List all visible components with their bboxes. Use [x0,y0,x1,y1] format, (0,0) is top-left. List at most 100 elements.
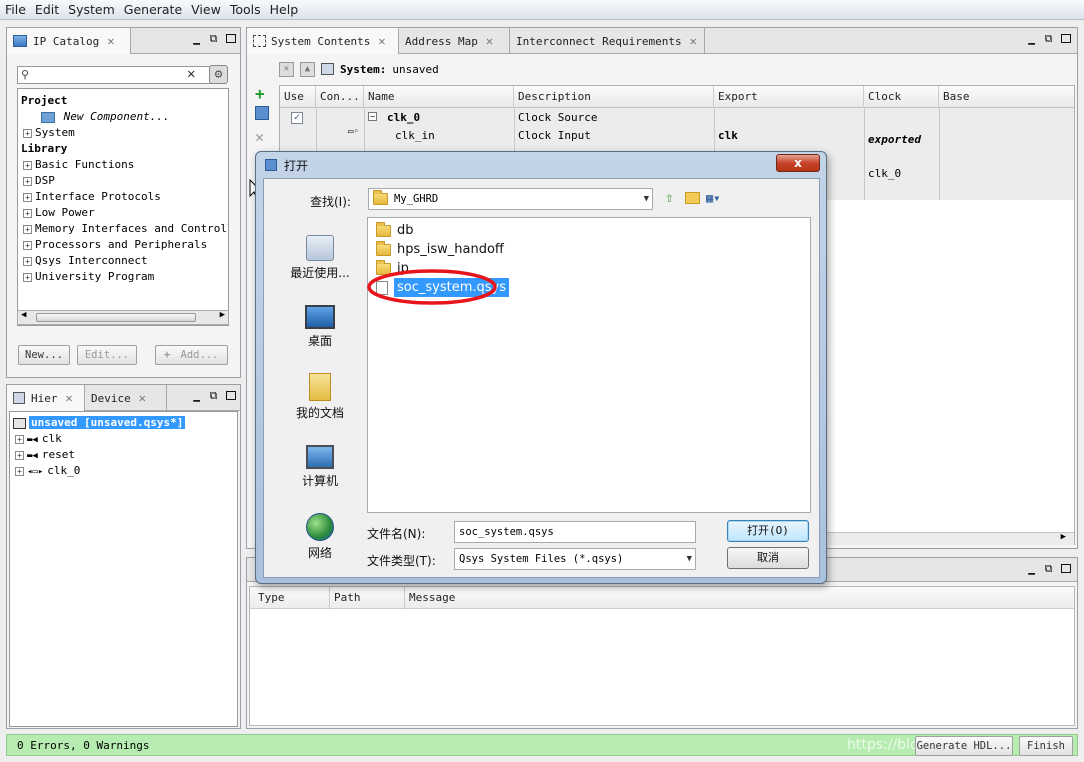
col-name[interactable]: Name [364,86,514,108]
edit-button[interactable]: Edit... [77,345,137,365]
restore-icon[interactable]: ⧉ [1043,563,1054,575]
expand-icon[interactable]: + [23,256,32,266]
tree-new-component[interactable]: New Component... [21,109,228,125]
expand-icon[interactable]: + [23,272,32,282]
finish-button[interactable]: Finish [1019,736,1073,756]
hierarchy-item-clk0[interactable]: + ◂▭▸ clk_0 [13,463,237,479]
clear-search-icon[interactable]: ✕ [187,66,195,82]
tab-system-contents[interactable]: System Contents ✕ [247,28,399,54]
col-type[interactable]: Type [254,587,330,609]
menu-system[interactable]: System [68,2,115,17]
tree-item-university-program[interactable]: + University Program [21,269,228,285]
minimize-icon[interactable]: ▁ [191,33,202,45]
close-icon[interactable]: ✕ [486,34,493,48]
minimize-icon[interactable]: ▁ [1026,563,1037,575]
restore-icon[interactable]: ⧉ [208,390,219,402]
filetype-select[interactable]: Qsys System Files (*.qsys) ▼ [454,548,696,570]
tab-ip-catalog[interactable]: IP Catalog ✕ [7,28,131,54]
menu-edit[interactable]: Edit [35,2,59,17]
restore-icon[interactable]: ⧉ [1043,33,1054,45]
place-desktop[interactable]: 桌面 [272,305,368,349]
menu-generate[interactable]: Generate [124,2,182,17]
expand-icon[interactable]: + [23,160,32,170]
place-recent[interactable]: 最近使用... [272,235,368,281]
new-button[interactable]: New... [18,345,70,365]
expand-icon[interactable]: + [15,434,24,444]
view-menu-icon[interactable]: ▦▾ [706,191,720,205]
expand-icon[interactable]: + [23,224,32,234]
scroll-thumb[interactable] [36,313,196,322]
expand-icon[interactable]: + [23,192,32,202]
tree-system[interactable]: + System [21,125,228,141]
close-icon[interactable]: ✕ [107,34,114,48]
maximize-icon[interactable] [225,391,236,402]
row-export[interactable]: clk [718,129,738,142]
minimize-icon[interactable]: ▁ [1026,33,1037,45]
tab-device[interactable]: Device ✕ [85,385,167,411]
expand-icon[interactable]: + [15,466,24,476]
tree-item-qsys-interconnect[interactable]: + Qsys Interconnect [21,253,228,269]
menu-view[interactable]: View [191,2,221,17]
col-export[interactable]: Export [714,86,864,108]
tab-address-map[interactable]: Address Map ✕ [399,28,510,54]
generate-hdl-button[interactable]: Generate HDL... [915,736,1013,756]
minimize-icon[interactable]: ▁ [191,390,202,402]
collapse-tree-icon[interactable]: − [368,112,377,121]
menu-file[interactable]: File [5,2,26,17]
tree-item-dsp[interactable]: + DSP [21,173,228,189]
tree-item-low-power[interactable]: + Low Power [21,205,228,221]
tree-item-memory-interfaces[interactable]: +Memory Interfaces and Controllers [21,221,228,237]
file-item-db[interactable]: db [376,221,414,240]
expand-icon[interactable]: + [23,128,32,138]
col-use[interactable]: Use [280,86,316,108]
close-icon[interactable]: ✕ [139,391,146,405]
close-icon[interactable]: ✕ [66,391,73,405]
place-network[interactable]: 网络 [272,513,368,561]
add-component-icon[interactable]: + [255,84,273,106]
dialog-close-button[interactable]: x [776,154,820,172]
gear-icon[interactable]: ⚙ [209,65,228,84]
open-button[interactable]: 打开(O) [727,520,809,542]
tree-item-processors[interactable]: + Processors and Peripherals [21,237,228,253]
collapse-icon[interactable]: ✕ [279,61,294,77]
menu-tools[interactable]: Tools [230,2,261,17]
col-description[interactable]: Description [514,86,714,108]
scroll-left-icon[interactable]: ◀ [21,310,26,320]
expand-icon[interactable]: + [15,450,24,460]
col-message[interactable]: Message [405,587,705,609]
maximize-icon[interactable] [225,34,236,45]
tree-item-basic-functions[interactable]: + Basic Functions [21,157,228,173]
lookin-combo[interactable]: My_GHRD ▼ [368,188,653,210]
tree-item-interface-protocols[interactable]: + Interface Protocols [21,189,228,205]
new-folder-icon[interactable] [685,192,700,204]
filename-input[interactable]: soc_system.qsys [454,521,696,543]
hierarchy-root[interactable]: unsaved [unsaved.qsys*] [13,415,237,431]
place-documents[interactable]: 我的文档 [272,373,368,421]
connect-icon[interactable] [255,106,269,120]
maximize-icon[interactable] [1060,34,1071,45]
scroll-right-icon[interactable]: ▶ [220,310,225,320]
menu-help[interactable]: Help [270,2,299,17]
tab-interconnect-requirements[interactable]: Interconnect Requirements ✕ [510,28,705,54]
close-icon[interactable]: ✕ [378,34,385,48]
ip-search-input[interactable]: ⚲ [17,66,212,84]
expand-icon[interactable]: + [23,208,32,218]
hierarchy-item-reset[interactable]: + ▬◀ reset [13,447,237,463]
add-button[interactable]: + Add... [155,345,228,365]
up-folder-icon[interactable]: ⇧ [665,190,673,206]
place-computer[interactable]: 计算机 [272,445,368,489]
col-path[interactable]: Path [330,587,405,609]
scroll-right-icon[interactable]: ▶ [1061,532,1066,542]
file-item-hps-isw-handoff[interactable]: hps_isw_handoff [376,240,504,259]
col-clock[interactable]: Clock [864,86,939,108]
tab-hierarchy[interactable]: Hier ✕ [7,385,85,411]
horizontal-scrollbar[interactable]: ◀ ▶ [17,310,229,325]
cancel-button[interactable]: 取消 [727,547,809,569]
expand-icon[interactable]: + [23,176,32,186]
close-icon[interactable]: ✕ [690,34,697,48]
hierarchy-item-clk[interactable]: + ▬◀ clk [13,431,237,447]
use-checkbox[interactable]: ✓ [291,112,303,124]
remove-icon[interactable]: ✕ [255,128,273,150]
expand-icon[interactable]: + [23,240,32,250]
col-connections[interactable]: Con... [316,86,364,108]
